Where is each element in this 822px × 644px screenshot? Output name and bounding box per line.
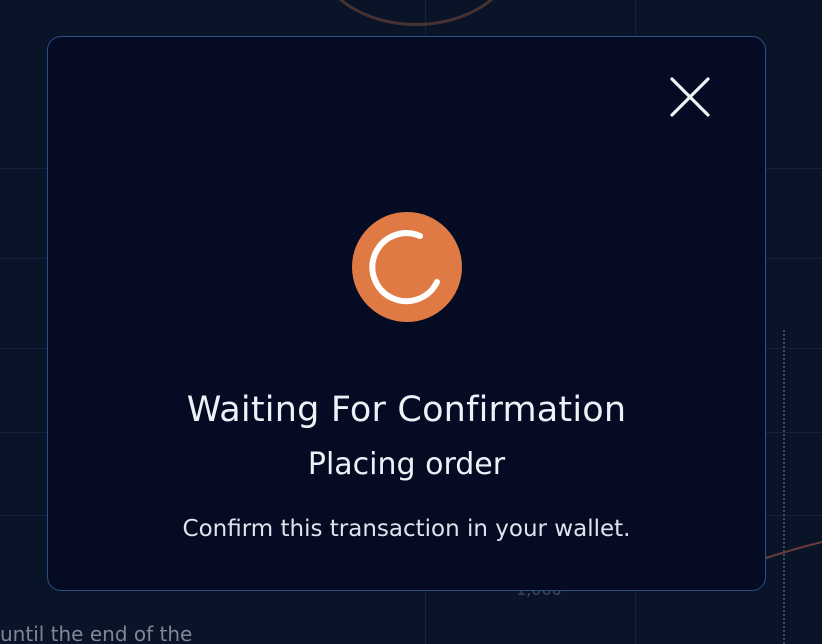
background-text: until the end of the xyxy=(0,622,193,644)
loading-spinner-icon xyxy=(352,212,462,322)
close-button[interactable] xyxy=(666,73,714,121)
modal-title: Waiting For Confirmation xyxy=(186,390,627,430)
background-chart-curve xyxy=(760,541,822,561)
background-dotted-line xyxy=(783,330,785,644)
modal-subtitle: Placing order xyxy=(307,447,506,482)
close-icon[interactable] xyxy=(666,73,714,121)
background-gauge-ring xyxy=(318,0,514,26)
confirmation-modal: Waiting For Confirmation Placing order C… xyxy=(47,36,766,591)
modal-hint: Confirm this transaction in your wallet. xyxy=(182,516,631,542)
